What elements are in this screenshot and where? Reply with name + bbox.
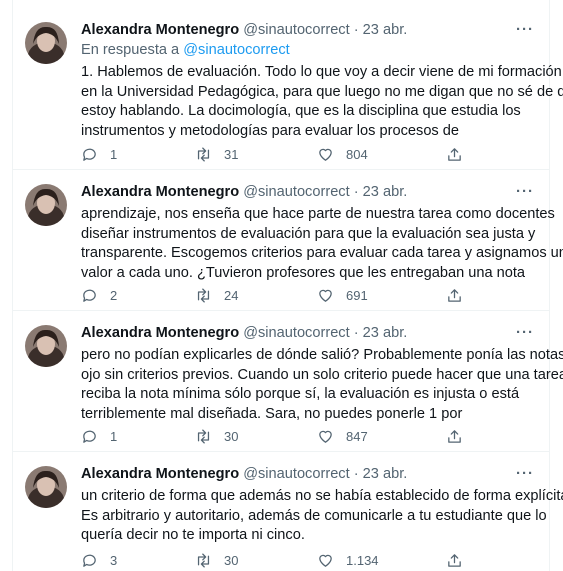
retweet-icon: [197, 146, 210, 162]
tweet-text-line: transparente. Escogemos criterios para e…: [81, 245, 563, 261]
share-button[interactable]: [446, 426, 463, 446]
like-button[interactable]: 804: [317, 144, 368, 164]
tweet[interactable]: Alexandra Montenegro @sinautocorrect · 2…: [12, 8, 563, 170]
tweet-text-line: aprendizaje, nos enseña que hace parte d…: [81, 206, 555, 222]
retweet-button[interactable]: 31: [195, 144, 238, 164]
reply-count: 1: [110, 146, 118, 162]
retweet-button[interactable]: 30: [195, 426, 238, 446]
more-icon[interactable]: ···: [516, 323, 534, 343]
reply-count: 3: [110, 552, 118, 568]
heart-icon: [319, 554, 332, 567]
tweet-date[interactable]: 23 abr.: [363, 22, 408, 38]
reply-icon: [83, 289, 96, 302]
retweet-count: 24: [224, 287, 239, 303]
author-name[interactable]: Alexandra Montenegro: [81, 325, 239, 341]
more-icon[interactable]: ···: [516, 182, 534, 202]
reply-icon: [83, 554, 96, 567]
like-count: 804: [346, 146, 368, 162]
retweet-icon: [197, 552, 210, 568]
retweet-icon: [197, 428, 210, 444]
author-handle[interactable]: @sinautocorrect: [243, 325, 349, 341]
author-handle[interactable]: @sinautocorrect: [243, 22, 349, 38]
reply-prefix: En respuesta a: [81, 42, 180, 58]
reply-icon: [83, 148, 96, 161]
more-icon[interactable]: ···: [516, 464, 534, 484]
author-handle[interactable]: @sinautocorrect: [243, 184, 349, 200]
share-button[interactable]: [446, 285, 463, 305]
retweet-icon: [197, 287, 210, 303]
reply-icon: [83, 430, 96, 443]
tweet-date[interactable]: 23 abr.: [363, 466, 408, 482]
retweet-button[interactable]: 24: [195, 285, 238, 305]
like-count: 1.134: [346, 552, 379, 568]
tweet-text-line: valor a cada uno. ¿Tuvieron profesores q…: [81, 264, 526, 281]
tweet-text-line: diseñar instrumentos de evaluación para …: [81, 225, 536, 242]
share-icon: [448, 147, 461, 161]
share-icon: [448, 429, 461, 443]
tweet[interactable]: Alexandra Montenegro @sinautocorrect · 2…: [12, 170, 563, 311]
author-handle[interactable]: @sinautocorrect: [243, 466, 349, 482]
tweet-text: aprendizaje, nos enseña que hace parte d…: [81, 205, 563, 283]
tweet-text-line: terriblemente mal diseñada. Sara, no pue…: [81, 405, 463, 422]
share-icon: [448, 288, 461, 302]
avatar[interactable]: [25, 184, 67, 226]
like-button[interactable]: 847: [317, 426, 368, 446]
tweet-text-line: en la Universidad Pedagógica, para que l…: [81, 83, 563, 100]
author-name[interactable]: Alexandra Montenegro: [81, 466, 239, 482]
more-icon[interactable]: ···: [516, 20, 534, 40]
tweet[interactable]: Alexandra Montenegro @sinautocorrect · 2…: [12, 311, 563, 452]
tweet-text: pero no podían explicarles de dónde sali…: [81, 346, 563, 424]
separator: ·: [353, 184, 359, 200]
retweet-count: 31: [224, 146, 239, 162]
share-icon: [448, 553, 461, 567]
heart-icon: [319, 148, 332, 161]
retweet-button[interactable]: 30: [195, 550, 238, 570]
reply-button[interactable]: 2: [81, 285, 117, 305]
tweet-text-line: pero no podían explicarles de dónde sali…: [81, 347, 563, 363]
reply-count: 1: [110, 428, 118, 444]
reply-button[interactable]: 1: [81, 144, 117, 164]
avatar[interactable]: [25, 22, 67, 64]
reply-button[interactable]: 3: [81, 550, 117, 570]
separator: ·: [353, 325, 359, 341]
tweet-text-line: 1. Hablemos de evaluación. Todo lo que v…: [81, 64, 562, 80]
tweet-text-line: Es arbitrario y autoritario, además de c…: [81, 507, 547, 524]
retweet-count: 30: [224, 428, 239, 444]
like-count: 847: [346, 428, 368, 444]
tweet-text-line: quería decir no te importa ni cinco.: [81, 527, 305, 543]
tweet-text-line: estoy hablando. La docimología, que es l…: [81, 103, 521, 119]
tweet-text-line: reciba la nota mínima sólo porque sí, la…: [81, 386, 520, 402]
tweet-text: 1. Hablemos de evaluación. Todo lo que v…: [81, 63, 563, 141]
tweet-text-line: un criterio de forma que además no se ha…: [81, 488, 563, 504]
like-button[interactable]: 691: [317, 285, 368, 305]
heart-icon: [319, 289, 332, 302]
reply-button[interactable]: 1: [81, 426, 117, 446]
like-count: 691: [346, 287, 368, 303]
reply-count: 2: [110, 287, 118, 303]
reply-handle-link[interactable]: @sinautocorrect: [183, 42, 289, 58]
share-button[interactable]: [446, 144, 463, 164]
share-button[interactable]: [446, 550, 463, 570]
author-name[interactable]: Alexandra Montenegro: [81, 22, 239, 38]
retweet-count: 30: [224, 552, 239, 568]
tweet-text-line: ojo sin criterios previos. Cuando un sol…: [81, 366, 563, 383]
avatar[interactable]: [25, 466, 67, 508]
avatar[interactable]: [25, 325, 67, 367]
tweet[interactable]: Alexandra Montenegro @sinautocorrect · 2…: [12, 452, 563, 571]
tweet-text: un criterio de forma que además no se ha…: [81, 487, 563, 546]
separator: ·: [353, 22, 359, 38]
like-button[interactable]: 1.134: [317, 550, 379, 570]
reply-context: En respuesta a @sinautocorrect: [81, 40, 538, 60]
author-name[interactable]: Alexandra Montenegro: [81, 184, 239, 200]
tweet-date[interactable]: 23 abr.: [363, 325, 408, 341]
tweet-date[interactable]: 23 abr.: [363, 184, 408, 200]
heart-icon: [319, 430, 332, 443]
tweet-text-line: instrumentos y metodologías para evaluar…: [81, 122, 460, 139]
separator: ·: [353, 466, 359, 482]
